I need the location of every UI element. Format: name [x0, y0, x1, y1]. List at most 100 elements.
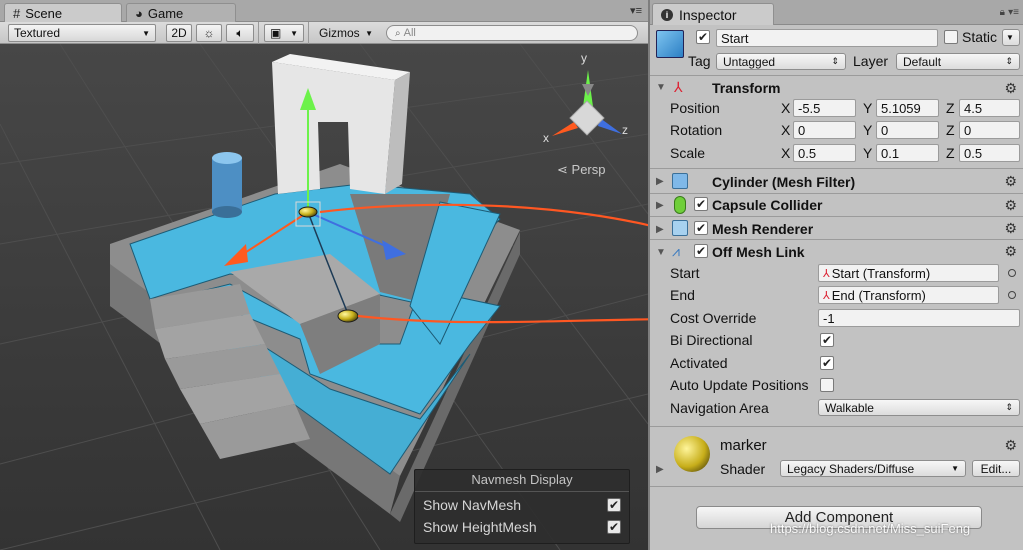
- navmesh-display-title: Navmesh Display: [415, 472, 629, 492]
- shader-edit-button[interactable]: Edit...: [972, 460, 1020, 477]
- position-z-field[interactable]: 4.5: [959, 99, 1020, 117]
- gear-icon[interactable]: ⚙: [1004, 243, 1017, 260]
- position-z-value: 4.5: [964, 100, 983, 116]
- foldout-arrow-icon[interactable]: ▶: [656, 200, 664, 211]
- layer-label: Layer: [853, 53, 889, 69]
- dropdown-arrow-icon: ▼: [1006, 33, 1014, 42]
- sun-icon: ☼: [203, 26, 215, 40]
- axis-y-label: Y: [863, 145, 873, 161]
- scale-x-field[interactable]: 0.5: [793, 144, 856, 162]
- 2d-mode-button[interactable]: 2D: [166, 24, 192, 42]
- gizmos-dropdown[interactable]: Gizmos ▼: [314, 24, 378, 42]
- scale-y-value: 0.1: [881, 145, 900, 161]
- tab-game[interactable]: ◕ Game: [126, 3, 236, 22]
- position-y-field[interactable]: 5.1059: [876, 99, 939, 117]
- axis-z-label: Z: [946, 145, 955, 161]
- scale-z-field[interactable]: 0.5: [959, 144, 1020, 162]
- axis-y-label: Y: [863, 122, 873, 138]
- scale-y-field[interactable]: 0.1: [876, 144, 939, 162]
- foldout-arrow-icon[interactable]: ▼: [656, 82, 666, 93]
- capsule-collider-checkbox[interactable]: ✔: [694, 197, 708, 211]
- material-preview-sphere: [674, 436, 710, 472]
- transform-axes-icon: ⅄: [674, 79, 683, 95]
- toolbar-divider: [258, 22, 259, 44]
- object-name-value: Start: [721, 30, 749, 46]
- activated-label: Activated: [670, 355, 728, 371]
- layer-dropdown[interactable]: Default ⇕: [896, 53, 1020, 70]
- rotation-y-field[interactable]: 0: [876, 121, 939, 139]
- tab-scene[interactable]: # Scene: [4, 3, 122, 22]
- info-icon: i: [661, 8, 673, 21]
- axis-x-label: X: [781, 145, 791, 161]
- object-picker-icon[interactable]: [1008, 269, 1016, 277]
- axis-x-label: X: [781, 100, 791, 116]
- static-dropdown[interactable]: ▼: [1002, 29, 1020, 46]
- activated-checkbox[interactable]: ✔: [820, 356, 834, 370]
- pacman-icon: ◕: [135, 6, 143, 21]
- rotation-x-field[interactable]: 0: [793, 121, 856, 139]
- search-icon: ⌕: [395, 27, 401, 39]
- tab-inspector[interactable]: i Inspector: [652, 3, 774, 25]
- end-object-field[interactable]: ⅄ End (Transform): [818, 286, 999, 304]
- start-object-value: Start (Transform): [831, 265, 931, 281]
- object-picker-icon[interactable]: [1008, 291, 1016, 299]
- bi-directional-checkbox[interactable]: ✔: [820, 333, 834, 347]
- auto-update-checkbox[interactable]: [820, 378, 834, 392]
- show-navmesh-checkbox[interactable]: ✔: [607, 498, 621, 512]
- transform-small-icon: ⅄: [823, 289, 830, 302]
- shader-edit-label: Edit...: [980, 461, 1012, 476]
- position-x-value: -5.5: [798, 100, 821, 116]
- gear-icon[interactable]: ⚙: [1004, 437, 1017, 454]
- perspective-label[interactable]: ⋖ Persp: [557, 162, 606, 178]
- gizmo-z-label: z: [622, 123, 628, 137]
- transform-small-icon: ⅄: [823, 267, 830, 280]
- foldout-arrow-icon[interactable]: ▶: [656, 224, 664, 235]
- cost-override-value: -1: [823, 310, 835, 326]
- navigation-area-dropdown[interactable]: Walkable ⇕: [818, 399, 1020, 416]
- panel-menu-icon[interactable]: ▾≡: [630, 4, 642, 17]
- scene-audio-button[interactable]: 🔈︎: [226, 24, 254, 42]
- layer-value: Default: [903, 54, 942, 69]
- mesh-renderer-checkbox[interactable]: ✔: [694, 221, 708, 235]
- scene-effects-dropdown[interactable]: ▣ ▼: [264, 24, 304, 42]
- tag-dropdown[interactable]: Untagged ⇕: [716, 53, 846, 70]
- rotation-z-field[interactable]: 0: [959, 121, 1020, 139]
- position-x-field[interactable]: -5.5: [793, 99, 856, 117]
- gear-icon[interactable]: ⚙: [1004, 173, 1017, 190]
- scene-lighting-button[interactable]: ☼: [196, 24, 222, 42]
- foldout-arrow-icon[interactable]: ▼: [656, 247, 666, 258]
- mesh-filter-icon: [672, 173, 688, 189]
- foldout-arrow-icon[interactable]: ▶: [656, 176, 664, 187]
- section-divider: [650, 168, 1023, 169]
- gizmo-x-label: x: [543, 131, 549, 145]
- shader-dropdown[interactable]: Legacy Shaders/Diffuse ▼: [780, 460, 966, 477]
- start-label: Start: [670, 265, 700, 281]
- off-mesh-link-checkbox[interactable]: ✔: [694, 244, 708, 258]
- scene-view-panel: # Scene ◕ Game ▾≡ Textured ▼ 2D ☼ 🔈︎ ▣ ▼…: [0, 0, 648, 550]
- search-placeholder: All: [403, 27, 416, 39]
- shading-mode-label: Textured: [14, 26, 61, 40]
- gear-icon[interactable]: ⚙: [1004, 220, 1017, 237]
- shading-mode-dropdown[interactable]: Textured ▼: [8, 24, 156, 42]
- gear-icon[interactable]: ⚙: [1004, 197, 1017, 214]
- navigation-area-value: Walkable: [825, 400, 874, 415]
- foldout-arrow-icon[interactable]: ▶: [656, 464, 664, 475]
- lock-icon[interactable]: 🔒︎: [1000, 7, 1005, 18]
- unity-editor: # Scene ◕ Game ▾≡ Textured ▼ 2D ☼ 🔈︎ ▣ ▼…: [0, 0, 1023, 550]
- panel-menu-icon[interactable]: ▾≡: [1008, 7, 1019, 18]
- object-name-field[interactable]: Start: [716, 29, 938, 47]
- tab-game-label: Game: [147, 6, 184, 21]
- auto-update-label: Auto Update Positions: [670, 377, 809, 393]
- start-object-field[interactable]: ⅄ Start (Transform): [818, 264, 999, 282]
- show-heightmesh-checkbox[interactable]: ✔: [607, 520, 621, 534]
- object-active-checkbox[interactable]: ✔: [696, 30, 710, 44]
- scene-search-input[interactable]: ⌕ All: [386, 25, 638, 41]
- gear-icon[interactable]: ⚙: [1004, 80, 1017, 97]
- updown-arrow-icon: ⇕: [1005, 56, 1013, 66]
- updown-arrow-icon: ⇕: [831, 56, 839, 66]
- toolbar-divider: [308, 22, 309, 44]
- cost-override-field[interactable]: -1: [818, 309, 1020, 327]
- end-object-value: End (Transform): [831, 287, 926, 303]
- transform-title: Transform: [712, 80, 781, 96]
- static-checkbox[interactable]: [944, 30, 958, 44]
